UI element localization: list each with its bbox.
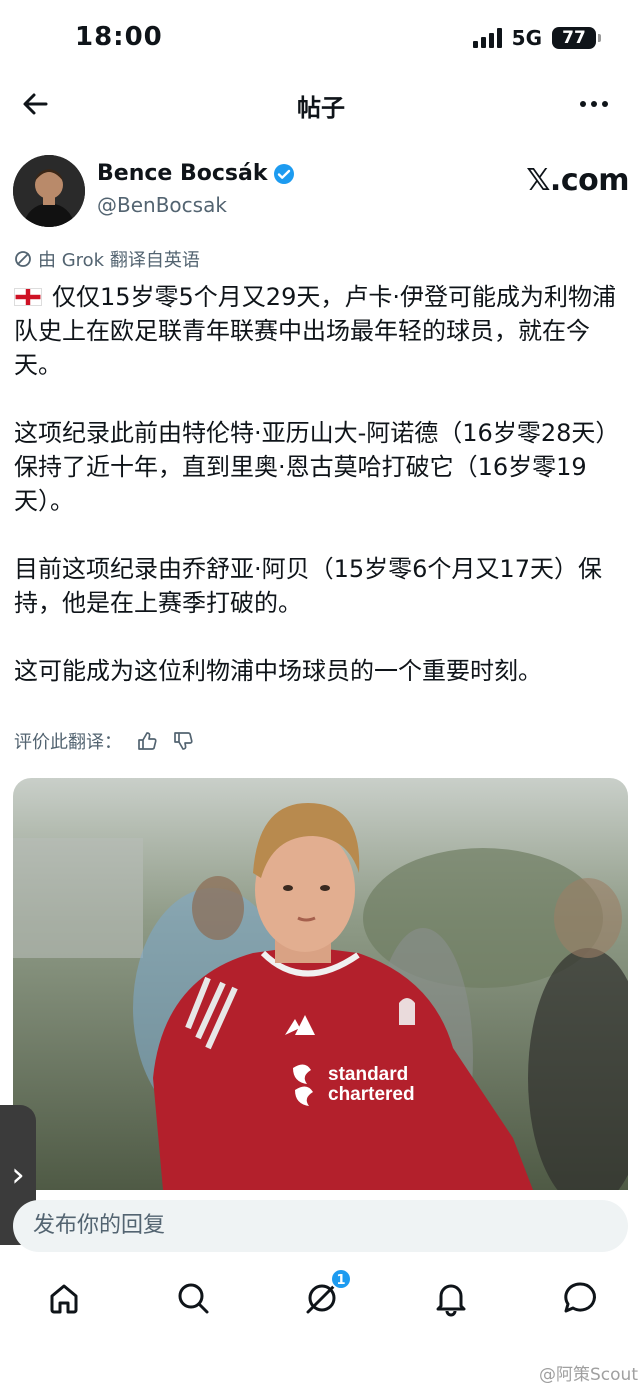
post-paragraph: 这项纪录此前由特伦特·亚历山大-阿诺德（16岁零28天）保持了近十年，直到里奥·… (14, 419, 620, 515)
translation-note-text: 由 Grok 翻译自英语 (38, 250, 200, 271)
chevron-right-icon: › (11, 1155, 25, 1195)
author-name-text: Bence Bocsák (97, 161, 268, 186)
home-icon[interactable] (44, 1278, 84, 1318)
bell-icon[interactable] (431, 1278, 471, 1318)
jersey-sponsor-line-1: standard (328, 1064, 408, 1085)
source-label: 𝕏.com (526, 163, 629, 198)
rate-translation-label: 评价此翻译： (14, 732, 122, 753)
bottom-tab-bar: 1 (0, 1268, 642, 1334)
post-paragraph: 这可能成为这位利物浦中场球员的一个重要时刻。 (14, 657, 542, 685)
more-options-icon[interactable] (576, 86, 612, 122)
status-time: 18:00 (75, 22, 163, 52)
post-author: Bence Bocsák @BenBocsak 𝕏.com (13, 155, 629, 230)
page-title: 帖子 (297, 94, 345, 122)
signal-icon (472, 28, 502, 48)
grok-icon (15, 251, 31, 267)
thumbs-up-icon[interactable] (136, 730, 158, 752)
post-image[interactable]: standard chartered (13, 778, 628, 1190)
verified-badge-icon (274, 163, 295, 184)
avatar[interactable] (13, 155, 85, 227)
grok-tab[interactable]: 1 (302, 1268, 352, 1318)
reply-input[interactable]: 发布你的回复 (13, 1200, 628, 1252)
post-paragraph: 目前这项纪录由乔舒亚·阿贝（15岁零6个月又17天）保持，他是在上赛季打破的。 (14, 555, 602, 617)
watermark: @阿策Scout (539, 1365, 638, 1385)
status-bar: 18:00 5G 77 (0, 0, 642, 78)
post-paragraph: 仅仅15岁零5个月又29天，卢卡·伊登可能成为利物浦队史上在欧足联青年联赛中出场… (14, 283, 616, 379)
network-type: 5G (511, 26, 542, 50)
jersey-sponsor-line-2: chartered (328, 1084, 415, 1105)
messages-icon[interactable] (560, 1278, 600, 1318)
status-indicators: 5G 77 (472, 26, 601, 50)
thumbs-down-icon[interactable] (172, 730, 194, 752)
author-name[interactable]: Bence Bocsák (97, 161, 295, 186)
england-flag-icon (14, 288, 42, 306)
translation-note: 由 Grok 翻译自英语 (14, 246, 200, 272)
author-handle[interactable]: @BenBocsak (97, 193, 227, 217)
battery-icon: 77 (552, 27, 601, 49)
post-body: 仅仅15岁零5个月又29天，卢卡·伊登可能成为利物浦队史上在欧足联青年联赛中出场… (14, 280, 630, 688)
search-icon[interactable] (173, 1278, 213, 1318)
rate-translation: 评价此翻译： (14, 728, 194, 754)
notification-badge: 1 (330, 1268, 352, 1290)
top-nav: 帖子 (0, 78, 642, 130)
